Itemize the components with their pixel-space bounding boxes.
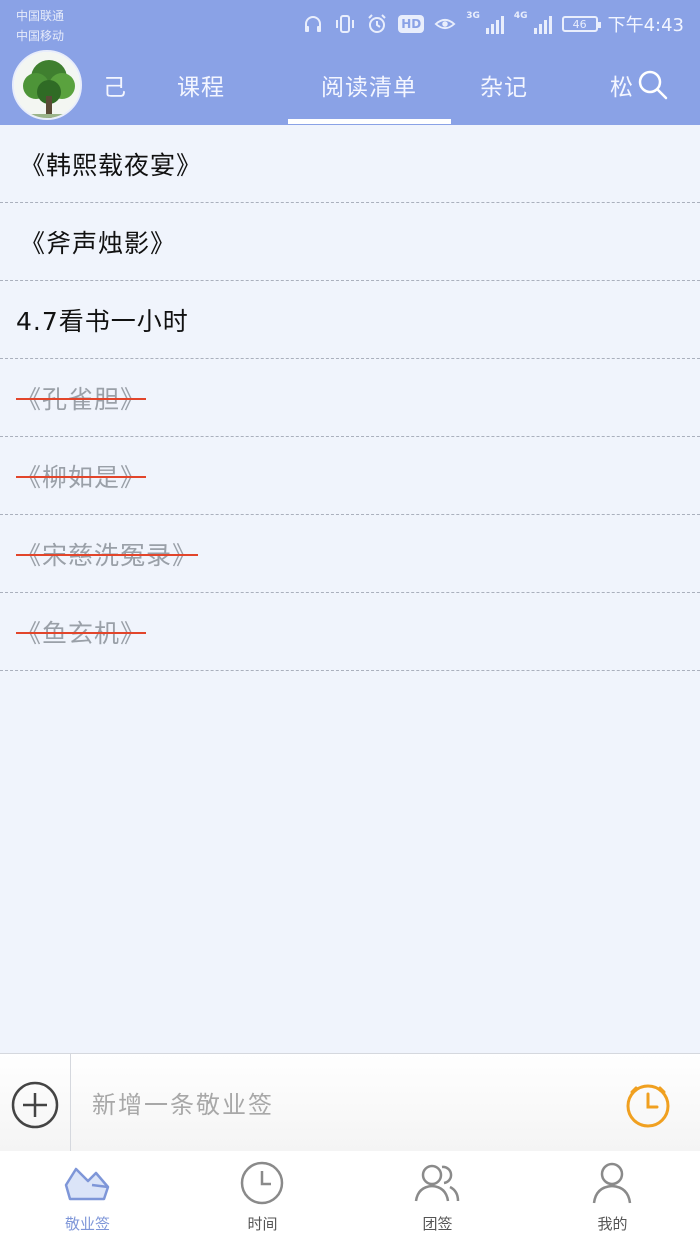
status-time: 下午4:43 xyxy=(607,15,684,36)
memo-icon xyxy=(64,1167,110,1201)
tab-partial[interactable]: 松 xyxy=(610,58,634,118)
new-memo-input[interactable] xyxy=(90,1082,594,1128)
app-header: 中国联通 中国移动 HD 3G 4G 46 下午4:43 己 课程 阅读清单 杂… xyxy=(0,0,700,125)
list-item-text: 《韩熙载夜宴》 xyxy=(20,150,203,180)
add-button[interactable] xyxy=(10,1080,60,1130)
list-item-completed[interactable]: 《柳如是》 xyxy=(0,437,700,515)
nav-label: 时间 xyxy=(247,1215,278,1233)
nav-profile[interactable]: 我的 xyxy=(525,1151,700,1244)
reading-list: 《韩熙载夜宴》 《斧声烛影》 4.7看书一小时 《孔雀胆》 《柳如是》 《宋慈洗… xyxy=(0,125,700,671)
eye-icon xyxy=(434,13,456,35)
tab-ji[interactable]: 己 xyxy=(100,58,130,118)
nav-label: 团签 xyxy=(422,1215,453,1233)
network-3g-label: 3G xyxy=(466,11,480,21)
reminder-button[interactable] xyxy=(624,1082,672,1130)
search-button[interactable] xyxy=(636,68,670,102)
list-item-completed[interactable]: 《鱼玄机》 xyxy=(0,593,700,671)
tab-courses[interactable]: 课程 xyxy=(160,58,242,118)
hd-icon: HD xyxy=(398,15,425,33)
status-icons: HD 3G 4G 46 下午4:43 xyxy=(302,10,684,38)
battery-icon: 46 xyxy=(561,16,601,32)
list-item-completed[interactable]: 《孔雀胆》 xyxy=(0,359,700,437)
list-item-text: 《孔雀胆》 xyxy=(16,380,147,416)
carrier-info: 中国联通 中国移动 xyxy=(16,6,64,46)
signal-icon xyxy=(485,14,504,34)
carrier-2: 中国移动 xyxy=(16,29,65,43)
nav-memo[interactable]: 敬业签 xyxy=(0,1151,175,1244)
nav-time[interactable]: 时间 xyxy=(175,1151,350,1244)
search-icon xyxy=(638,70,668,100)
list-item[interactable]: 《韩熙载夜宴》 xyxy=(0,125,700,203)
list-item-text: 《宋慈洗冤录》 xyxy=(16,536,199,572)
list-item[interactable]: 4.7看书一小时 xyxy=(0,281,700,359)
battery-level: 46 xyxy=(572,17,587,31)
vibrate-icon xyxy=(334,13,356,35)
tab-bar: 己 课程 阅读清单 杂记 松 xyxy=(0,58,700,125)
network-4g-label: 4G xyxy=(513,11,528,21)
headphones-icon xyxy=(302,13,324,35)
signal-icon-2 xyxy=(533,14,552,34)
active-tab-indicator xyxy=(288,119,451,124)
list-item-completed[interactable]: 《宋慈洗冤录》 xyxy=(0,515,700,593)
list-item-text: 《鱼玄机》 xyxy=(16,614,147,650)
group-icon xyxy=(414,1164,460,1202)
tab-reading-list[interactable]: 阅读清单 xyxy=(296,58,442,118)
clock-icon xyxy=(626,1084,670,1128)
nav-group[interactable]: 团签 xyxy=(350,1151,525,1244)
list-item-text: 4.7看书一小时 xyxy=(16,306,189,336)
nav-label: 我的 xyxy=(597,1215,628,1233)
profile-icon xyxy=(592,1162,632,1204)
bottom-nav: 敬业签 时间 团签 我的 xyxy=(0,1151,700,1244)
list-item-text: 《柳如是》 xyxy=(16,458,147,494)
new-memo-bar xyxy=(0,1053,700,1152)
alarm-icon xyxy=(366,13,388,35)
input-divider xyxy=(70,1054,71,1152)
plus-circle-icon xyxy=(11,1081,59,1129)
nav-label: 敬业签 xyxy=(64,1215,110,1233)
tab-notes[interactable]: 杂记 xyxy=(466,58,542,118)
list-item[interactable]: 《斧声烛影》 xyxy=(0,203,700,281)
clock-icon xyxy=(240,1161,284,1205)
list-item-text: 《斧声烛影》 xyxy=(20,228,177,258)
carrier-1: 中国联通 xyxy=(16,9,65,23)
